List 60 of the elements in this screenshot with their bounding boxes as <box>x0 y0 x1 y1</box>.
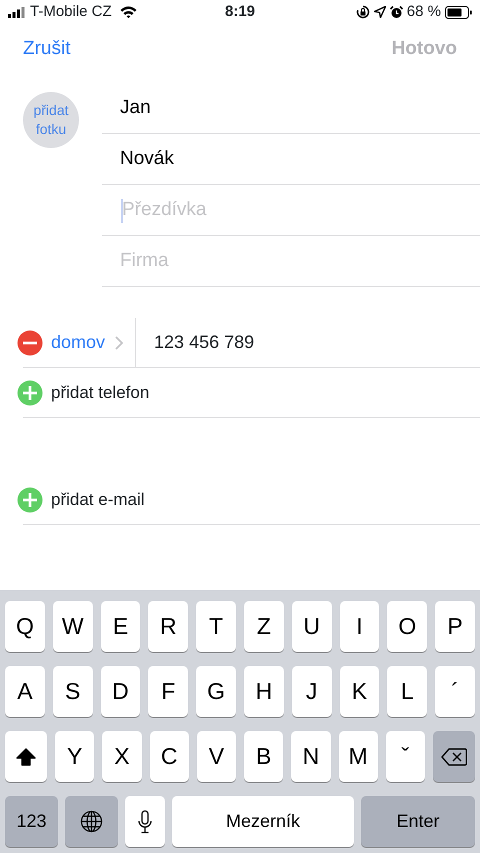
key[interactable]: ˇ <box>386 731 425 782</box>
key[interactable]: H <box>244 666 284 717</box>
globe-key[interactable] <box>65 796 118 847</box>
text-field[interactable]: Přezdívka <box>102 185 480 236</box>
key[interactable]: X <box>102 731 142 782</box>
key[interactable]: K <box>340 666 380 717</box>
key[interactable]: U <box>292 601 332 652</box>
key[interactable]: C <box>150 731 189 782</box>
key[interactable]: ´ <box>435 666 475 717</box>
microphone-key[interactable] <box>125 796 165 847</box>
key[interactable]: O <box>387 601 428 652</box>
shift-arrow-icon <box>16 748 36 766</box>
text-cursor <box>121 199 123 223</box>
key[interactable]: F <box>148 666 188 717</box>
key[interactable]: B <box>244 731 284 782</box>
chevron-icon <box>115 336 124 350</box>
key[interactable]: G <box>196 666 236 717</box>
backspace-icon <box>441 748 467 766</box>
key[interactable]: D <box>100 666 140 717</box>
carrier-name: T-Mobile CZ <box>30 2 112 22</box>
microphone-icon <box>138 810 152 834</box>
clock-time: 8:19 <box>224 2 256 22</box>
key[interactable]: P <box>435 601 475 652</box>
key[interactable]: Y <box>55 731 94 782</box>
key[interactable]: A <box>5 666 45 717</box>
text-field[interactable]: Novák <box>102 134 480 185</box>
rotation-lock-icon <box>356 5 370 19</box>
key[interactable]: Z <box>244 601 284 652</box>
alarm-clock-icon <box>390 6 403 18</box>
space-key[interactable]: Mezerník <box>172 796 354 847</box>
location-arrow-icon <box>374 6 386 18</box>
battery-icon <box>445 6 472 18</box>
battery-percentage: 68 % <box>406 2 441 22</box>
key[interactable]: T <box>196 601 236 652</box>
key[interactable]: S <box>52 666 93 717</box>
cancel-link[interactable]: Zrušit <box>23 34 70 64</box>
key[interactable]: N <box>291 731 330 782</box>
key[interactable]: L <box>387 666 428 717</box>
text-field[interactable]: Jan <box>102 83 480 134</box>
add-phone-link[interactable]: přidat telefon <box>51 380 150 406</box>
key[interactable]: E <box>100 601 140 652</box>
shift-key[interactable] <box>5 731 47 782</box>
enter-key[interactable]: Enter <box>361 796 475 847</box>
key[interactable]: V <box>196 731 236 782</box>
key[interactable]: W <box>52 601 93 652</box>
globe-icon <box>80 810 103 833</box>
wifi-icon <box>120 6 137 18</box>
key[interactable]: Q <box>5 601 45 652</box>
backspace-key[interactable] <box>433 731 475 782</box>
numbers-key[interactable]: 123 <box>5 796 58 847</box>
phone-label[interactable]: domov <box>51 329 106 356</box>
signal-icon <box>8 6 26 18</box>
key[interactable]: J <box>292 666 332 717</box>
key[interactable]: R <box>148 601 188 652</box>
remove-icon[interactable] <box>17 330 43 356</box>
add-email-link[interactable]: přidat e-mail <box>51 486 145 512</box>
key[interactable]: I <box>340 601 380 652</box>
phone-number: 123 456 789 <box>154 331 254 354</box>
key[interactable]: M <box>338 731 378 782</box>
text-field[interactable]: Firma <box>102 236 480 287</box>
